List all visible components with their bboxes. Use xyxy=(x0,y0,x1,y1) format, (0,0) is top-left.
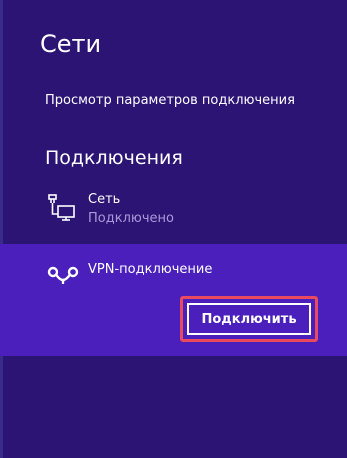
networks-panel: Сети Просмотр параметров подключения Под… xyxy=(0,0,347,458)
ethernet-network-icon xyxy=(48,194,75,221)
connection-status: Подключено xyxy=(88,211,174,226)
panel-title: Сети xyxy=(40,30,102,58)
connection-name: VPN-подключение xyxy=(88,262,213,277)
connect-button[interactable]: Подключить xyxy=(187,303,311,335)
connection-item-network[interactable]: Сеть Подключено xyxy=(0,184,347,236)
connection-name: Сеть xyxy=(88,192,121,207)
connections-heading: Подключения xyxy=(45,147,183,169)
vpn-link-icon xyxy=(47,266,79,284)
view-connection-settings-link[interactable]: Просмотр параметров подключения xyxy=(45,93,295,108)
